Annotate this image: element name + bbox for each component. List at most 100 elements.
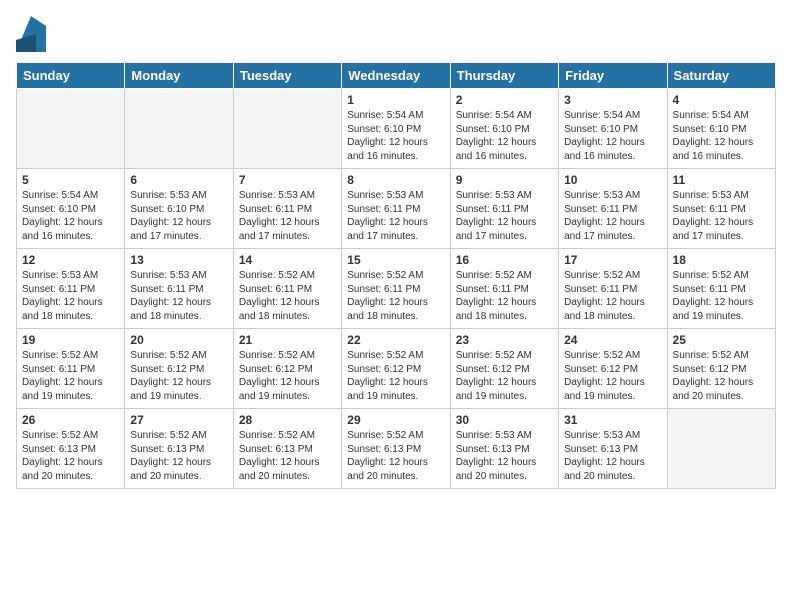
calendar-day-cell: 8Sunrise: 5:53 AM Sunset: 6:11 PM Daylig… (342, 169, 450, 249)
calendar-header-cell: Tuesday (233, 63, 341, 89)
day-number: 11 (673, 173, 770, 187)
logo-icon (16, 16, 46, 52)
calendar-day-cell: 27 Sunrise: 5:52 AM Sunset: 6:13 PM Dayli… (125, 409, 233, 489)
calendar-day-cell: 17 Sunrise: 5:52 AM Sunset: 6:11 PM Dayli… (559, 249, 667, 329)
calendar-day-cell: 2 Sunrise: 5:54 AM Sunset: 6:10 PM Daylig… (450, 89, 558, 169)
day-number: 29 (347, 413, 444, 427)
calendar-day-cell: 1 Sunrise: 5:54 AM Sunset: 6:10 PM Daylig… (342, 89, 450, 169)
calendar-day-cell: 25Sunrise: 5:52 AM Sunset: 6:12 PM Dayli… (667, 329, 775, 409)
day-number: 13 (130, 253, 227, 267)
calendar-day-cell: 28 Sunrise: 5:52 AM Sunset: 6:13 PM Dayli… (233, 409, 341, 489)
calendar-header-cell: Wednesday (342, 63, 450, 89)
day-info: Sunrise: 5:54 AM Sunset: 6:10 PM Dayligh… (564, 109, 661, 163)
day-number: 8 (347, 173, 444, 187)
calendar-header-cell: Monday (125, 63, 233, 89)
day-number: 19 (22, 333, 119, 347)
calendar-day-cell: 4 Sunrise: 5:54 AM Sunset: 6:10 PM Daylig… (667, 89, 775, 169)
calendar-day-cell: 10 Sunrise: 5:53 AM Sunset: 6:11 PM Dayli… (559, 169, 667, 249)
day-info: Sunrise: 5:52 AM Sunset: 6:12 PM Dayligh… (456, 349, 553, 403)
day-number: 16 (456, 253, 553, 267)
calendar-week-row: 19 Sunrise: 5:52 AM Sunset: 6:11 PM Dayli… (17, 329, 776, 409)
day-info: Sunrise: 5:52 AM Sunset: 6:13 PM Dayligh… (347, 429, 444, 483)
calendar-week-row: 1 Sunrise: 5:54 AM Sunset: 6:10 PM Daylig… (17, 89, 776, 169)
day-info: Sunrise: 5:53 AM Sunset: 6:11 PM Dayligh… (456, 189, 553, 243)
day-number: 5 (22, 173, 119, 187)
day-number: 31 (564, 413, 661, 427)
calendar-day-cell: 22 Sunrise: 5:52 AM Sunset: 6:12 PM Dayli… (342, 329, 450, 409)
calendar-day-cell: 9Sunrise: 5:53 AM Sunset: 6:11 PM Daylig… (450, 169, 558, 249)
day-number: 18 (673, 253, 770, 267)
calendar-table: SundayMondayTuesdayWednesdayThursdayFrid… (16, 62, 776, 489)
day-number: 24 (564, 333, 661, 347)
day-info: Sunrise: 5:52 AM Sunset: 6:13 PM Dayligh… (239, 429, 336, 483)
calendar-day-cell (233, 89, 341, 169)
day-number: 22 (347, 333, 444, 347)
calendar-day-cell: 20 Sunrise: 5:52 AM Sunset: 6:12 PM Dayli… (125, 329, 233, 409)
day-info: Sunrise: 5:52 AM Sunset: 6:12 PM Dayligh… (130, 349, 227, 403)
day-number: 7 (239, 173, 336, 187)
day-info: Sunrise: 5:52 AM Sunset: 6:11 PM Dayligh… (673, 269, 770, 323)
day-info: Sunrise: 5:53 AM Sunset: 6:11 PM Dayligh… (22, 269, 119, 323)
day-info: Sunrise: 5:52 AM Sunset: 6:11 PM Dayligh… (456, 269, 553, 323)
calendar-day-cell: 11 Sunrise: 5:53 AM Sunset: 6:11 PM Dayli… (667, 169, 775, 249)
day-number: 10 (564, 173, 661, 187)
calendar-header-cell: Sunday (17, 63, 125, 89)
day-info: Sunrise: 5:54 AM Sunset: 6:10 PM Dayligh… (673, 109, 770, 163)
day-info: Sunrise: 5:53 AM Sunset: 6:10 PM Dayligh… (130, 189, 227, 243)
day-info: Sunrise: 5:53 AM Sunset: 6:11 PM Dayligh… (564, 189, 661, 243)
calendar-day-cell: 7Sunrise: 5:53 AM Sunset: 6:11 PM Daylig… (233, 169, 341, 249)
day-info: Sunrise: 5:54 AM Sunset: 6:10 PM Dayligh… (347, 109, 444, 163)
calendar-day-cell: 26 Sunrise: 5:52 AM Sunset: 6:13 PM Dayli… (17, 409, 125, 489)
calendar-day-cell (125, 89, 233, 169)
calendar-week-row: 12Sunrise: 5:53 AM Sunset: 6:11 PM Dayli… (17, 249, 776, 329)
day-number: 27 (130, 413, 227, 427)
logo (16, 16, 50, 52)
day-number: 4 (673, 93, 770, 107)
calendar-week-row: 5 Sunrise: 5:54 AM Sunset: 6:10 PM Daylig… (17, 169, 776, 249)
calendar-day-cell: 12Sunrise: 5:53 AM Sunset: 6:11 PM Dayli… (17, 249, 125, 329)
calendar-day-cell: 16 Sunrise: 5:52 AM Sunset: 6:11 PM Dayli… (450, 249, 558, 329)
day-number: 28 (239, 413, 336, 427)
day-info: Sunrise: 5:52 AM Sunset: 6:11 PM Dayligh… (347, 269, 444, 323)
calendar-day-cell: 31Sunrise: 5:53 AM Sunset: 6:13 PM Dayli… (559, 409, 667, 489)
day-info: Sunrise: 5:54 AM Sunset: 6:10 PM Dayligh… (22, 189, 119, 243)
day-info: Sunrise: 5:52 AM Sunset: 6:12 PM Dayligh… (564, 349, 661, 403)
day-number: 23 (456, 333, 553, 347)
day-info: Sunrise: 5:52 AM Sunset: 6:11 PM Dayligh… (239, 269, 336, 323)
day-number: 21 (239, 333, 336, 347)
day-number: 2 (456, 93, 553, 107)
calendar-day-cell: 23 Sunrise: 5:52 AM Sunset: 6:12 PM Dayli… (450, 329, 558, 409)
calendar-header-row: SundayMondayTuesdayWednesdayThursdayFrid… (17, 63, 776, 89)
calendar-body: 1 Sunrise: 5:54 AM Sunset: 6:10 PM Daylig… (17, 89, 776, 489)
calendar-day-cell: 18 Sunrise: 5:52 AM Sunset: 6:11 PM Dayli… (667, 249, 775, 329)
day-number: 20 (130, 333, 227, 347)
day-number: 30 (456, 413, 553, 427)
day-info: Sunrise: 5:53 AM Sunset: 6:13 PM Dayligh… (456, 429, 553, 483)
day-number: 17 (564, 253, 661, 267)
day-info: Sunrise: 5:53 AM Sunset: 6:11 PM Dayligh… (673, 189, 770, 243)
day-info: Sunrise: 5:52 AM Sunset: 6:13 PM Dayligh… (130, 429, 227, 483)
calendar-day-cell: 3 Sunrise: 5:54 AM Sunset: 6:10 PM Daylig… (559, 89, 667, 169)
day-info: Sunrise: 5:52 AM Sunset: 6:12 PM Dayligh… (347, 349, 444, 403)
calendar-header-cell: Thursday (450, 63, 558, 89)
calendar-day-cell: 6 Sunrise: 5:53 AM Sunset: 6:10 PM Daylig… (125, 169, 233, 249)
day-number: 26 (22, 413, 119, 427)
day-info: Sunrise: 5:52 AM Sunset: 6:11 PM Dayligh… (22, 349, 119, 403)
calendar-day-cell (17, 89, 125, 169)
day-number: 3 (564, 93, 661, 107)
day-number: 14 (239, 253, 336, 267)
day-info: Sunrise: 5:53 AM Sunset: 6:11 PM Dayligh… (130, 269, 227, 323)
calendar-day-cell: 29 Sunrise: 5:52 AM Sunset: 6:13 PM Dayli… (342, 409, 450, 489)
calendar-day-cell (667, 409, 775, 489)
day-number: 6 (130, 173, 227, 187)
calendar-week-row: 26 Sunrise: 5:52 AM Sunset: 6:13 PM Dayli… (17, 409, 776, 489)
day-number: 1 (347, 93, 444, 107)
day-info: Sunrise: 5:52 AM Sunset: 6:13 PM Dayligh… (22, 429, 119, 483)
day-info: Sunrise: 5:54 AM Sunset: 6:10 PM Dayligh… (456, 109, 553, 163)
calendar-day-cell: 21Sunrise: 5:52 AM Sunset: 6:12 PM Dayli… (233, 329, 341, 409)
day-info: Sunrise: 5:52 AM Sunset: 6:11 PM Dayligh… (564, 269, 661, 323)
day-number: 25 (673, 333, 770, 347)
calendar-day-cell: 19 Sunrise: 5:52 AM Sunset: 6:11 PM Dayli… (17, 329, 125, 409)
calendar-day-cell: 13 Sunrise: 5:53 AM Sunset: 6:11 PM Dayli… (125, 249, 233, 329)
day-number: 15 (347, 253, 444, 267)
